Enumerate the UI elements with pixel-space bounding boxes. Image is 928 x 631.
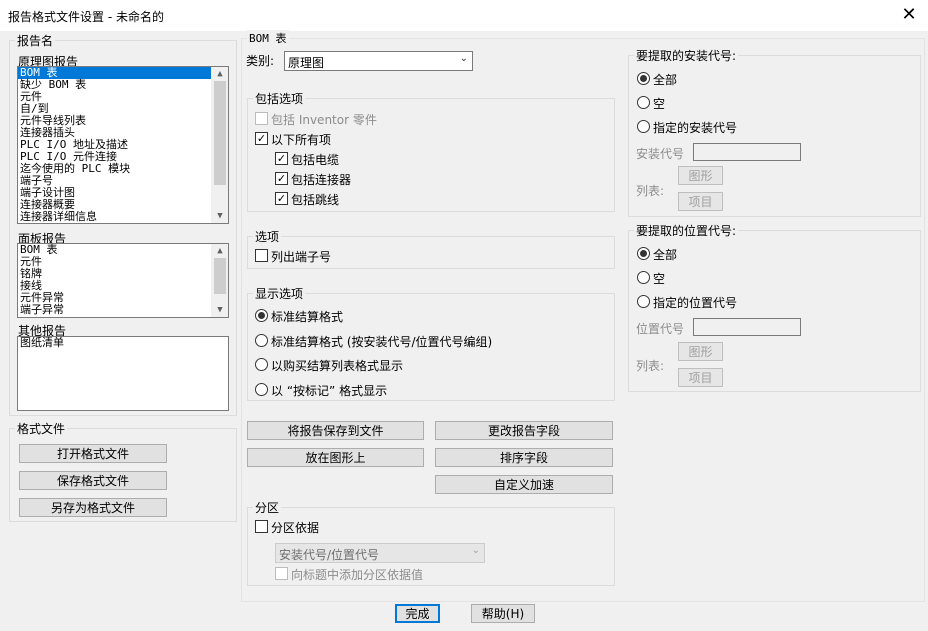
panel-list-scrollbar[interactable]: ▲ ▼	[211, 244, 228, 317]
panel-reports-list[interactable]: BOM 表元件 铭牌 接线 元件异常 端子异常 ▲ ▼	[17, 243, 229, 318]
partition-label: 分区	[253, 499, 282, 516]
include-inventor-checkbox[interactable]	[255, 112, 268, 125]
installation-list-label: 列表:	[636, 184, 665, 198]
panel-report-item[interactable]: BOM 表	[18, 244, 228, 256]
add-to-title-label: 向标题中添加分区依据值	[291, 568, 424, 582]
scroll-down-icon[interactable]: ▼	[212, 209, 228, 223]
display-option-radio[interactable]	[255, 358, 268, 371]
display-option-label: 以 “按标记” 格式显示	[271, 383, 388, 398]
done-button[interactable]: 完成	[395, 604, 440, 623]
partition-by-label: 分区依据	[271, 521, 320, 535]
category-label: 类别:	[246, 54, 275, 68]
location-label: 要提取的位置代号:	[634, 222, 739, 239]
installation-option-label: 指定的安装代号	[653, 121, 738, 135]
display-option-label: 标准结算格式	[271, 310, 344, 324]
location-option-radio[interactable]	[637, 295, 650, 308]
place-on-drawing-button[interactable]: 放在图形上	[247, 448, 424, 467]
include-jumpers-label: 包括跳线	[291, 193, 340, 207]
all-below-label: 以下所有项	[271, 133, 332, 147]
save-report-to-file-button[interactable]: 将报告保存到文件	[247, 421, 424, 440]
location-option-radio[interactable]	[637, 271, 650, 284]
other-report-item[interactable]: 图纸清单	[18, 337, 228, 349]
location-option-radio[interactable]	[637, 247, 650, 260]
location-option-label: 指定的位置代号	[653, 296, 738, 310]
report-name-label: 报告名	[15, 32, 56, 49]
help-button[interactable]: 帮助(H)	[471, 604, 535, 623]
panel-report-item[interactable]: 铭牌	[18, 268, 228, 280]
list-terminals-checkbox[interactable]	[255, 249, 268, 262]
scroll-thumb[interactable]	[214, 81, 226, 185]
include-jumpers-checkbox[interactable]: ✓	[275, 192, 288, 205]
installation-code-input[interactable]	[693, 143, 801, 161]
category-select[interactable]: 原理图 ⌄	[284, 51, 473, 71]
save-format-file-button[interactable]: 保存格式文件	[19, 471, 167, 490]
scroll-down-icon[interactable]: ▼	[212, 303, 228, 317]
panel-report-item[interactable]: 端子异常	[18, 304, 228, 316]
scroll-up-icon[interactable]: ▲	[212, 244, 228, 258]
user-post-button[interactable]: 自定义加速	[435, 475, 613, 494]
installation-drawing-button[interactable]: 图形	[678, 166, 723, 185]
schematic-report-item[interactable]: 缺少 BOM 表	[18, 79, 228, 91]
format-file-label: 格式文件	[15, 420, 68, 437]
display-option-radio[interactable]	[255, 333, 268, 347]
location-project-button[interactable]: 项目	[678, 368, 723, 387]
change-report-fields-button[interactable]: 更改报告字段	[435, 421, 613, 440]
scroll-thumb[interactable]	[214, 258, 226, 294]
display-option-label: 标准结算格式 (按安装代号/位置代号编组)	[271, 334, 493, 349]
category-value: 原理图	[288, 56, 325, 70]
installation-option-label: 空	[653, 97, 666, 111]
installation-code-label: 安装代号	[636, 147, 685, 161]
schematic-report-item[interactable]: 连接器详细信息	[18, 211, 228, 223]
save-as-format-file-button[interactable]: 另存为格式文件	[19, 498, 167, 517]
sort-fields-button[interactable]: 排序字段	[435, 448, 613, 467]
chevron-down-icon: ⌄	[471, 545, 480, 556]
other-reports-list[interactable]: 图纸清单	[17, 336, 229, 411]
installation-project-button[interactable]: 项目	[678, 192, 723, 211]
installation-option-radio[interactable]	[637, 72, 650, 85]
scroll-up-icon[interactable]: ▲	[212, 67, 228, 81]
include-connectors-label: 包括连接器	[291, 173, 352, 187]
include-cables-checkbox[interactable]: ✓	[275, 152, 288, 165]
location-code-input[interactable]	[693, 318, 801, 336]
section-title: BOM 表	[247, 30, 289, 46]
close-icon[interactable]: ✕	[898, 4, 920, 26]
schematic-reports-list[interactable]: BOM 表缺少 BOM 表元件 自/到 元件导线列表 连接器插头 PLC I/O 地址及…	[17, 66, 229, 224]
list-terminals-label: 列出端子号	[271, 250, 332, 264]
installation-option-radio[interactable]	[637, 96, 650, 109]
include-inventor-label: 包括 Inventor 零件	[271, 113, 377, 127]
include-options-label: 包括选项	[253, 90, 306, 107]
partition-by-checkbox[interactable]	[255, 520, 268, 533]
display-option-label: 以购买结算列表格式显示	[271, 359, 404, 373]
installation-label: 要提取的安装代号:	[634, 47, 739, 64]
include-connectors-checkbox[interactable]: ✓	[275, 172, 288, 185]
schematic-list-scrollbar[interactable]: ▲ ▼	[211, 67, 228, 223]
display-options-label: 显示选项	[253, 285, 306, 302]
installation-option-label: 全部	[653, 73, 678, 87]
schematic-report-item[interactable]: 元件	[18, 91, 228, 103]
installation-option-radio[interactable]	[637, 120, 650, 133]
location-list-label: 列表:	[636, 359, 665, 373]
display-option-radio[interactable]	[255, 382, 268, 396]
location-code-label: 位置代号	[636, 322, 685, 336]
open-format-file-button[interactable]: 打开格式文件	[19, 444, 167, 463]
partition-value: 安装代号/位置代号	[279, 548, 380, 562]
all-below-checkbox[interactable]: ✓	[255, 132, 268, 145]
partition-select[interactable]: 安装代号/位置代号 ⌄	[275, 543, 485, 563]
chevron-down-icon: ⌄	[459, 53, 468, 64]
location-option-label: 空	[653, 272, 666, 286]
title-bar: 报告格式文件设置 - 未命名的 ✕	[0, 0, 928, 31]
panel-report-item[interactable]: 元件	[18, 256, 228, 268]
add-to-title-checkbox[interactable]	[275, 567, 288, 580]
location-option-label: 全部	[653, 248, 678, 262]
display-option-radio[interactable]	[255, 309, 268, 322]
options-label: 选项	[253, 228, 282, 245]
window-title: 报告格式文件设置 - 未命名的	[8, 10, 164, 24]
location-drawing-button[interactable]: 图形	[678, 342, 723, 361]
include-cables-label: 包括电缆	[291, 153, 340, 167]
